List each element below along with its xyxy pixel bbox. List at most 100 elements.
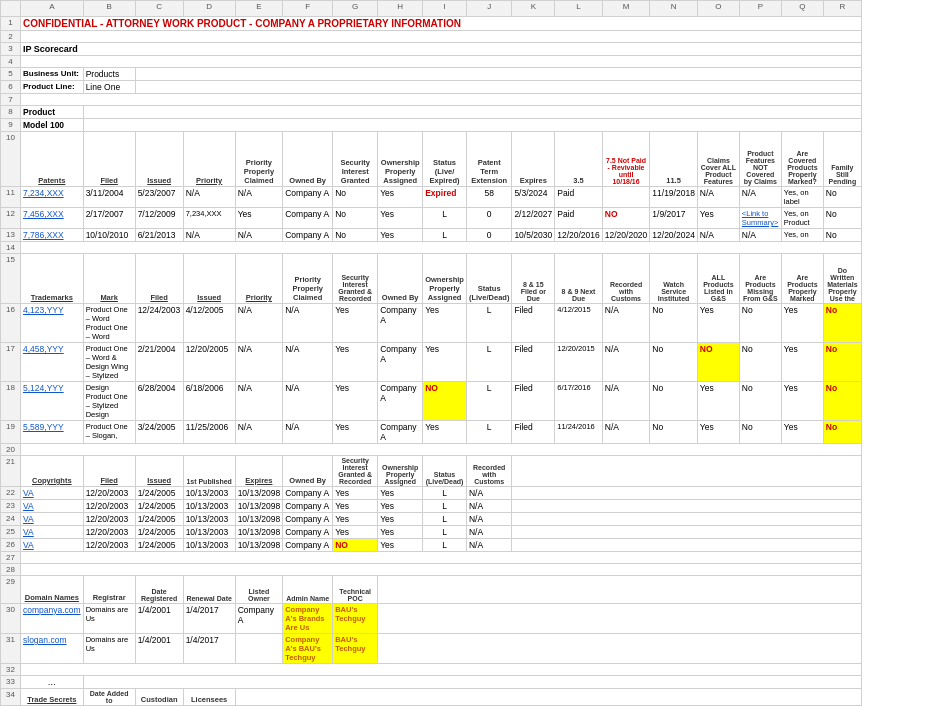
patent-claims-2: Yes — [697, 208, 739, 229]
tm-8-15-next-header: 8 & 9 Next Due — [555, 254, 603, 304]
domain-link-1[interactable]: companya.com — [21, 604, 84, 634]
tm-customs-1: N/A — [602, 304, 650, 343]
tm-customs-4: N/A — [602, 421, 650, 444]
cr-filed-1: 12/20/2003 — [83, 487, 135, 500]
cr-link-5[interactable]: VA — [21, 539, 84, 552]
tm-status-2: L — [466, 343, 511, 382]
dn-date-reg-header: Date Registered — [135, 576, 183, 604]
cr-link-4[interactable]: VA — [21, 526, 84, 539]
row-7: 7 — [1, 94, 862, 106]
row-1: 1 CONFIDENTIAL - ATTORNEY WORK PRODUCT -… — [1, 17, 862, 31]
cr-ownership-3: Yes — [378, 513, 423, 526]
patent-priority-1: N/A — [183, 187, 235, 208]
tm-link-3[interactable]: 5,124,YYY — [21, 382, 84, 421]
tm-properly-marked-2: Yes — [781, 343, 823, 382]
cr-published-2: 10/13/2003 — [183, 500, 235, 513]
tm-link-2[interactable]: 4,458,YYY — [21, 343, 84, 382]
tm-filed-3: 6/28/2004 — [135, 382, 183, 421]
col-f-header: F — [283, 1, 333, 17]
patent-link-2[interactable]: 7,456,XXX — [21, 208, 84, 229]
tm-ownership-4: Yes — [423, 421, 467, 444]
tm-8-15-filed-1: Filed — [512, 304, 555, 343]
cr-customs-4: N/A — [466, 526, 511, 539]
cr-security-header: Security Interest Granted & Recorded — [333, 456, 378, 487]
trade-secrets-col-header: Trade Secrets — [21, 689, 84, 706]
expires-header: Expires — [512, 132, 555, 187]
domains-col-header: Domain Names — [21, 576, 84, 604]
tm-mark-4: Product One – Slogan, — [83, 421, 135, 444]
features-not-covered-header: Product Features NOT Covered by Claims — [739, 132, 781, 187]
cr-status-3: L — [423, 513, 467, 526]
col-c-header: C — [135, 1, 183, 17]
row-24-copyright: 24 VA 12/20/2003 1/24/2005 10/13/2003 10… — [1, 513, 862, 526]
dn-tech-header: Technical POC — [333, 576, 378, 604]
col115-header: 11.5 — [650, 132, 698, 187]
patent-features-2[interactable]: <Link to Summary> — [739, 208, 781, 229]
tm-priority-header: Priority — [235, 254, 283, 304]
row-17-trademark: 17 4,458,YYY Product One – Word & Design… — [1, 343, 862, 382]
patent-col75-1 — [602, 187, 650, 208]
cr-published-header: 1st Published — [183, 456, 235, 487]
tm-mark-3: Design Product One – Stylized Design — [83, 382, 135, 421]
row-31-domain: 31 slogan.com Domains are Us 1/4/2001 1/… — [1, 634, 862, 664]
cr-published-1: 10/13/2003 — [183, 487, 235, 500]
claims-cover-all-header: Claims Cover ALL Product Features — [697, 132, 739, 187]
owned-by-header: Owned By — [283, 132, 333, 187]
cr-link-1[interactable]: VA — [21, 487, 84, 500]
tm-all-products-2: NO — [697, 343, 739, 382]
patent-owned-by-3: Company A — [283, 229, 333, 242]
patent-col75-3: 12/20/2020 — [602, 229, 650, 242]
row-9: 9 Model 100 — [1, 119, 862, 132]
cr-filed-5: 12/20/2003 — [83, 539, 135, 552]
tm-8-15-filed-2: Filed — [512, 343, 555, 382]
cr-expires-4: 10/13/2098 — [235, 526, 283, 539]
patent-issued-3: 6/21/2013 — [135, 229, 183, 242]
patent-security-2: No — [333, 208, 378, 229]
col-m-header: M — [602, 1, 650, 17]
ts-custodian-header: Custodian — [135, 689, 183, 706]
patent-claims-1: N/A — [697, 187, 739, 208]
patent-link-3[interactable]: 7,786,XXX — [21, 229, 84, 242]
patent-col35-1: Paid — [555, 187, 603, 208]
row-18-trademark: 18 5,124,YYY Design Product One – Styliz… — [1, 382, 862, 421]
patent-priority-claimed-2: Yes — [235, 208, 283, 229]
cr-link-3[interactable]: VA — [21, 513, 84, 526]
col-o-header: O — [697, 1, 739, 17]
domain-renewal-2: 1/4/2017 — [183, 634, 235, 664]
tm-security-2: Yes — [333, 343, 378, 382]
tm-link-1[interactable]: 4,123,YYY — [21, 304, 84, 343]
patent-marked-2: Yes, on Product — [781, 208, 823, 229]
security-interest-header: Security Interest Granted — [333, 132, 378, 187]
tm-watch-4: No — [650, 421, 698, 444]
row-10-patents-header: 10 Patents Filed Issued Priority Priorit… — [1, 132, 862, 187]
tm-8-15-filed-header: 8 & 15 Filed or Due — [512, 254, 555, 304]
col-h-header: H — [378, 1, 423, 17]
col-p-header: P — [739, 1, 781, 17]
cr-filed-3: 12/20/2003 — [83, 513, 135, 526]
col-j-header: J — [466, 1, 511, 17]
tm-ownership-3: NO — [423, 382, 467, 421]
row-32: 32 — [1, 664, 862, 676]
cr-filed-header: Filed — [83, 456, 135, 487]
row-34-trade-secrets-header: 34 Trade Secrets Date Added to Custodian… — [1, 689, 862, 706]
tm-filed-1: 12/24/2003 — [135, 304, 183, 343]
patent-link-1[interactable]: 7,234,XXX — [21, 187, 84, 208]
filed-col-header: Filed — [83, 132, 135, 187]
tm-filed-header: Filed — [135, 254, 183, 304]
patent-priority-claimed-1: N/A — [235, 187, 283, 208]
domain-link-2[interactable]: slogan.com — [21, 634, 84, 664]
tm-customs-2: N/A — [602, 343, 650, 382]
tm-customs-header: Recorded with Customs — [602, 254, 650, 304]
tm-missing-4: No — [739, 421, 781, 444]
cr-security-5: NO — [333, 539, 378, 552]
domain-renewal-1: 1/4/2017 — [183, 604, 235, 634]
tm-owned-by-2: Company A — [378, 343, 423, 382]
cr-security-4: Yes — [333, 526, 378, 539]
family-pending-header: Family Still Pending — [823, 132, 861, 187]
cr-link-2[interactable]: VA — [21, 500, 84, 513]
tm-written-4: No — [823, 421, 861, 444]
issued-col-header: Issued — [135, 132, 183, 187]
tm-link-4[interactable]: 5,589,YYY — [21, 421, 84, 444]
tm-status-1: L — [466, 304, 511, 343]
priority-claimed-header: Priority Properly Claimed — [235, 132, 283, 187]
